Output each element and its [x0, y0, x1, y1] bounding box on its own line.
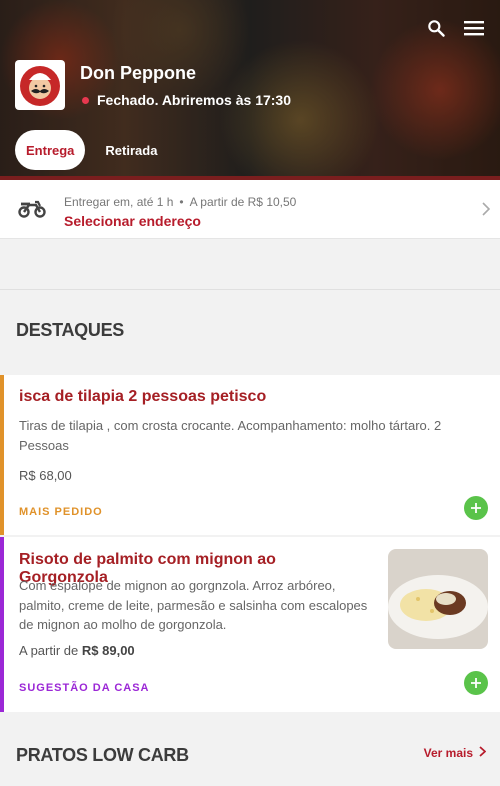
highlights-title: DESTAQUES — [16, 320, 124, 340]
header-actions — [424, 16, 486, 40]
see-more-link[interactable]: Ver mais — [423, 746, 487, 760]
delivery-min-price: A partir de R$ 10,50 — [189, 195, 297, 209]
header-accent-bar — [0, 176, 500, 180]
product-description: Com espalope de mignon ao gorgnzola. Arr… — [19, 578, 368, 632]
price-prefix: A partir de — [19, 643, 79, 658]
section-divider — [0, 289, 500, 290]
chevron-right-icon — [479, 746, 487, 760]
product-tag: SUGESTÃO DA CASA — [19, 682, 150, 694]
add-to-cart-button[interactable] — [464, 496, 488, 520]
search-icon[interactable] — [424, 16, 448, 40]
product-tag: MAIS PEDIDO — [19, 506, 103, 518]
chevron-right-icon — [482, 202, 491, 221]
product-price: R$ 89,00 — [81, 643, 135, 658]
delivery-address-row[interactable]: Entregar em, até 1 h • A partir de R$ 10,5… — [0, 180, 500, 239]
store-logo — [15, 60, 65, 110]
menu-icon[interactable] — [462, 16, 486, 40]
order-mode-tabs: Entrega Retirada — [15, 130, 177, 170]
delivery-info: Entregar em, até 1 h • A partir de R$ 10,5… — [64, 195, 296, 209]
store-status: Fechado. Abriremos às 17:30 — [82, 92, 291, 108]
product-price-row: A partir de R$ 89,00 — [19, 643, 135, 658]
select-address-link[interactable]: Selecionar endereço — [64, 213, 201, 229]
delivery-time: Entregar em, até 1 h — [64, 195, 174, 209]
low-carb-title: PRATOS LOW CARB — [16, 745, 189, 765]
store-name: Don Peppone — [80, 63, 196, 83]
product-card[interactable]: isca de tilapia 2 pessoas petisco Tiras … — [0, 375, 500, 535]
product-price: R$ 68,00 — [19, 468, 72, 483]
closed-status-dot — [82, 96, 89, 104]
bullet-separator: • — [179, 195, 184, 209]
product-name: isca de tilapia 2 pessoas petisco — [19, 388, 267, 405]
product-description: Tiras de tilapia , com crosta crocante. … — [19, 418, 442, 453]
see-more-label: Ver mais — [423, 746, 473, 760]
dish-photo — [388, 549, 488, 649]
product-card[interactable]: Risoto de palmito com mignon ao Gorgonzo… — [0, 537, 500, 712]
store-header: Don Peppone Fechado. Abriremos às 17:30 … — [0, 0, 500, 180]
store-status-text: Fechado. Abriremos às 17:30 — [97, 92, 292, 108]
tab-delivery[interactable]: Entrega — [15, 130, 86, 170]
tab-pickup[interactable]: Retirada — [85, 130, 177, 170]
add-to-cart-button[interactable] — [464, 671, 488, 695]
motorcycle-icon — [18, 197, 46, 224]
